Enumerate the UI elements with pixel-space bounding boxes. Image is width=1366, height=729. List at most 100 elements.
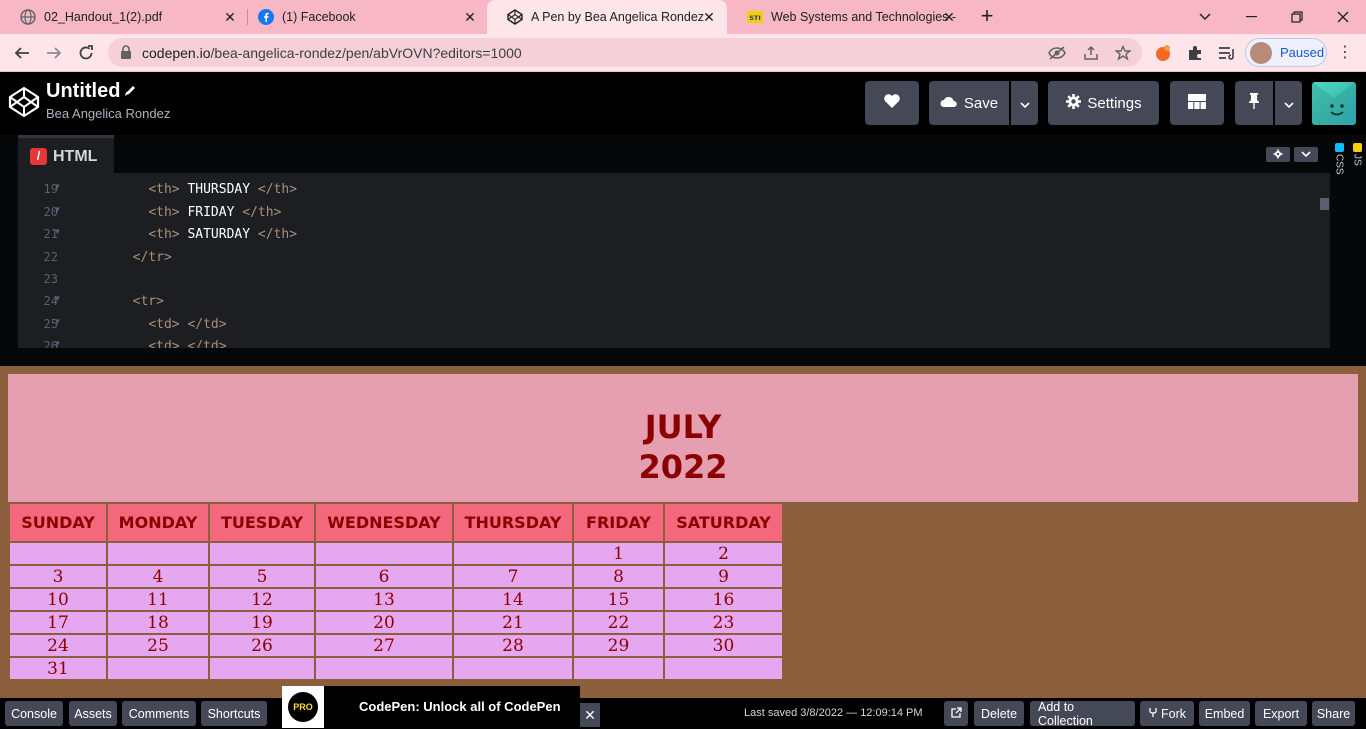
pro-promo-banner[interactable]: PRO CodePen: Unlock all of CodePen bbox=[282, 686, 580, 728]
layout-button[interactable] bbox=[1170, 81, 1224, 125]
tab-js[interactable]: JS bbox=[1350, 143, 1364, 166]
result-preview: JULY 2022 SUNDAY MONDAY TUESDAY WEDNESDAY TH… bbox=[0, 366, 1366, 698]
calendar-year: 2022 bbox=[638, 448, 728, 486]
love-button[interactable] bbox=[865, 81, 919, 125]
reload-icon[interactable] bbox=[72, 39, 100, 67]
line-number: 23 bbox=[43, 272, 58, 286]
close-icon[interactable]: ✕ bbox=[701, 9, 717, 25]
calendar-day-cell: 9 bbox=[665, 566, 782, 587]
address-bar[interactable]: codepen.io/bea-angelica-rondez/pen/abVrO… bbox=[108, 38, 1142, 67]
minimize-icon[interactable] bbox=[1228, 0, 1274, 34]
codepen-logo-icon[interactable] bbox=[8, 86, 40, 118]
save-options-button[interactable] bbox=[1011, 81, 1038, 125]
calendar-day-cell bbox=[108, 658, 208, 679]
fold-arrow-icon[interactable]: ▼ bbox=[55, 339, 60, 348]
embed-button[interactable]: Embed bbox=[1199, 701, 1250, 726]
resize-divider[interactable] bbox=[0, 350, 1366, 366]
calendar-day-cell: 13 bbox=[316, 589, 452, 610]
code-line: 25 ▼ <td> </td> bbox=[18, 317, 1330, 337]
fold-arrow-icon[interactable]: ▼ bbox=[55, 205, 60, 214]
star-icon[interactable] bbox=[1114, 44, 1132, 62]
comments-button[interactable]: Comments bbox=[122, 701, 196, 726]
code-editor[interactable]: 18▼ <th> WEDNESDAY </th>19▼ <th> THURSDA… bbox=[18, 173, 1330, 348]
code-line: 24 ▼ <tr> bbox=[18, 294, 1330, 314]
browser-tab-pdf[interactable]: 02_Handout_1(2).pdf ✕ bbox=[0, 0, 248, 34]
console-button[interactable]: Console bbox=[5, 701, 63, 726]
fork-icon bbox=[1148, 707, 1158, 721]
share-icon[interactable] bbox=[1082, 44, 1100, 62]
tab-js-label: JS bbox=[1351, 154, 1363, 166]
lock-icon bbox=[120, 45, 132, 64]
code-open-tag: <th> bbox=[148, 227, 180, 243]
fold-arrow-icon[interactable]: ▼ bbox=[55, 317, 60, 326]
fold-arrow-icon[interactable]: ▼ bbox=[55, 227, 60, 236]
pen-author[interactable]: Bea Angelica Rondez bbox=[46, 106, 170, 121]
calendar-day-cell: 30 bbox=[665, 635, 782, 656]
browser-tab-codepen[interactable]: A Pen by Bea Angelica Rondez ✕ bbox=[487, 0, 727, 34]
export-button[interactable]: Export bbox=[1255, 701, 1307, 726]
close-icon[interactable]: ✕ bbox=[941, 9, 957, 25]
shortcuts-button[interactable]: Shortcuts bbox=[201, 701, 267, 726]
calendar-day-cell bbox=[316, 543, 452, 564]
user-avatar[interactable] bbox=[1312, 82, 1356, 125]
html-editor-icon: / bbox=[30, 148, 47, 165]
promo-close-icon[interactable]: ✕ bbox=[580, 703, 600, 727]
pin-button[interactable] bbox=[1235, 81, 1273, 125]
calendar-body: 1 2 3 4 5 6 7 8 9 10 11 12 13 14 15 16 17 18 19 20 21 22 23 24 2… bbox=[10, 543, 782, 679]
eye-off-icon[interactable] bbox=[1048, 44, 1066, 62]
editor-scrollbar-thumb[interactable] bbox=[1320, 198, 1329, 210]
calendar-day-cell: 5 bbox=[210, 566, 314, 587]
browser-tab-facebook[interactable]: (1) Facebook ✕ bbox=[238, 0, 488, 34]
pen-title[interactable]: Untitled bbox=[46, 80, 120, 103]
calendar-day-cell: 14 bbox=[454, 589, 572, 610]
code-content: THURSDAY bbox=[179, 182, 258, 198]
reading-list-icon[interactable] bbox=[1218, 44, 1236, 62]
close-icon[interactable]: ✕ bbox=[222, 9, 238, 25]
code-close-tag: </th> bbox=[242, 204, 282, 220]
browser-tab-sti[interactable]: STI Web Systems and Technologies - ✕ bbox=[727, 0, 967, 34]
open-external-button[interactable] bbox=[944, 701, 968, 726]
url-host: codepen.io bbox=[142, 45, 211, 61]
forward-arrow-icon[interactable] bbox=[40, 39, 68, 67]
calendar-day-cell: 1 bbox=[574, 543, 663, 564]
settings-button[interactable]: Settings bbox=[1048, 81, 1159, 125]
close-icon[interactable]: ✕ bbox=[462, 9, 478, 25]
share-button[interactable]: Share bbox=[1312, 701, 1355, 726]
tab-search-icon[interactable] bbox=[1182, 0, 1228, 34]
line-number: 24 bbox=[43, 294, 58, 309]
puzzle-icon[interactable] bbox=[1186, 44, 1204, 62]
pin-options-button[interactable] bbox=[1275, 81, 1302, 125]
calendar-day-cell bbox=[210, 543, 314, 564]
profile-button[interactable]: Paused bbox=[1245, 38, 1327, 67]
editor-settings-button[interactable] bbox=[1266, 147, 1290, 162]
close-window-icon[interactable] bbox=[1320, 0, 1366, 34]
save-label: Save bbox=[963, 94, 999, 112]
facebook-icon bbox=[258, 9, 274, 25]
pencil-icon[interactable] bbox=[124, 84, 137, 100]
fold-arrow-icon[interactable]: ▼ bbox=[55, 182, 60, 191]
save-button[interactable]: Save bbox=[929, 81, 1009, 125]
add-to-collection-button[interactable]: Add to Collection bbox=[1030, 700, 1135, 728]
back-arrow-icon[interactable] bbox=[8, 39, 36, 67]
calendar-day-cell bbox=[454, 658, 572, 679]
delete-button[interactable]: Delete bbox=[974, 701, 1024, 726]
editor-collapse-button[interactable] bbox=[1294, 147, 1318, 162]
new-tab-button[interactable]: + bbox=[975, 5, 999, 29]
restore-icon[interactable] bbox=[1274, 0, 1320, 34]
assets-button[interactable]: Assets bbox=[69, 701, 117, 726]
svg-text:STI: STI bbox=[749, 14, 761, 22]
more-menu-icon[interactable]: ⋮ bbox=[1337, 44, 1353, 62]
calendar-day-cell: 2 bbox=[665, 543, 782, 564]
tab-html[interactable]: / HTML bbox=[18, 135, 114, 175]
code-line: 23 bbox=[18, 272, 1330, 292]
fold-arrow-icon[interactable]: ▼ bbox=[55, 294, 60, 303]
tab-css[interactable]: CSS bbox=[1332, 143, 1346, 175]
code-close-tag: </td> bbox=[187, 316, 227, 332]
fork-button[interactable]: Fork bbox=[1140, 701, 1194, 726]
calendar-day-cell: 18 bbox=[108, 612, 208, 633]
chevron-down-icon bbox=[1283, 95, 1294, 112]
extension-orange-icon[interactable] bbox=[1154, 44, 1172, 62]
